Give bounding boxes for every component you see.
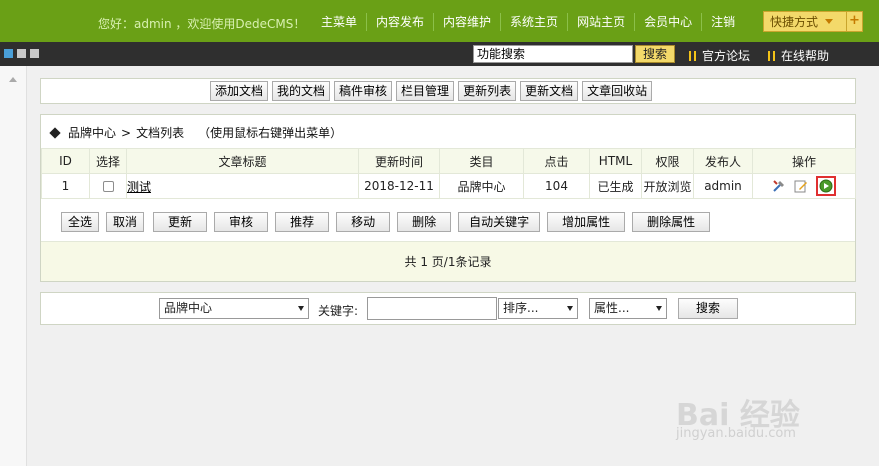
breadcrumb-current: 文档列表	[136, 126, 185, 140]
function-search-button[interactable]: 搜索	[635, 45, 675, 63]
col-id: ID	[41, 148, 90, 174]
row-publisher: admin	[693, 173, 753, 199]
category-select[interactable]: 品牌中心	[159, 298, 309, 319]
context-menu-hint: （使用鼠标右键弹出菜单）	[198, 126, 343, 140]
nav-logout[interactable]: 注销	[701, 13, 744, 31]
row-permission: 开放浏览	[641, 173, 694, 199]
row-title-cell: 测试	[126, 173, 359, 199]
nav-main-menu[interactable]: 主菜单	[312, 13, 366, 31]
row-updated: 2018-12-11	[358, 173, 440, 199]
col-title: 文章标题	[126, 148, 359, 174]
keyword-label: 关键字:	[318, 304, 359, 318]
layout-gray-square-icon-2[interactable]	[30, 49, 39, 58]
document-table: ID 选择 文章标题 更新时间 类目 点击 HTML 权限 发布人 操作 1 测…	[41, 148, 856, 199]
chevron-down-icon	[298, 306, 304, 311]
category-select-value: 品牌中心	[164, 301, 213, 315]
chevron-down-icon	[567, 306, 573, 311]
nav-content-maintain[interactable]: 内容维护	[433, 13, 500, 31]
column-manage-button[interactable]: 栏目管理	[396, 81, 455, 101]
pagination-info: 共 1 页/1条记录	[41, 241, 855, 281]
keyword-input[interactable]	[367, 297, 497, 320]
chevron-down-icon	[656, 306, 662, 311]
col-html: HTML	[589, 148, 642, 174]
col-publisher: 发布人	[693, 148, 753, 174]
left-scrollbar[interactable]	[0, 66, 27, 466]
online-help-link[interactable]: 在线帮助	[768, 47, 829, 64]
table-header-row: ID 选择 文章标题 更新时间 类目 点击 HTML 权限 发布人 操作	[41, 148, 856, 174]
row-clicks: 104	[523, 173, 590, 199]
deselect-button[interactable]: 取消	[106, 212, 145, 232]
edit-icon[interactable]	[794, 179, 808, 193]
row-category[interactable]: 品牌中心	[439, 173, 524, 199]
batch-update-button[interactable]: 更新	[153, 212, 208, 232]
row-select-cell	[89, 173, 127, 199]
col-category: 类目	[439, 148, 524, 174]
table-row: 1 测试 2018-12-11 品牌中心 104 已生成 开放浏览 admin	[41, 173, 856, 199]
document-toolbar: 添加文档 我的文档 稿件审核 栏目管理 更新列表 更新文档 文章回收站	[40, 78, 856, 104]
attribute-select[interactable]: 属性...	[589, 298, 667, 319]
review-manuscript-button[interactable]: 稿件审核	[334, 81, 393, 101]
top-header: 您好：admin ，欢迎使用DedeCMS！ 主菜单 内容发布 内容维护 系统主…	[0, 0, 879, 42]
row-id: 1	[41, 173, 90, 199]
quick-add-button[interactable]: +	[846, 12, 862, 31]
breadcrumb: 品牌中心 > 文档列表 （使用鼠标右键弹出菜单）	[49, 124, 342, 141]
col-updated: 更新时间	[358, 148, 440, 174]
search-panel: 品牌中心 关键字: 排序... 属性... 搜索	[40, 292, 856, 325]
update-list-button[interactable]: 更新列表	[458, 81, 517, 101]
col-permission: 权限	[641, 148, 694, 174]
batch-recommend-button[interactable]: 推荐	[275, 212, 330, 232]
sort-select-value: 排序...	[503, 301, 539, 315]
link-icon	[689, 50, 696, 61]
official-forum-label: 官方论坛	[702, 49, 751, 63]
document-list-panel: 品牌中心 > 文档列表 （使用鼠标右键弹出菜单） ID 选择 文章标题 更新时间…	[40, 114, 856, 282]
quick-menu-label: 快捷方式	[770, 15, 819, 29]
batch-review-button[interactable]: 审核	[214, 212, 269, 232]
batch-actions: 全选 取消 更新 审核 推荐 移动 删除 自动关键字 增加属性 删除属性	[61, 212, 711, 232]
batch-move-button[interactable]: 移动	[336, 212, 391, 232]
chevron-down-icon	[825, 19, 834, 24]
scroll-up-icon[interactable]	[9, 77, 17, 82]
col-actions: 操作	[752, 148, 856, 174]
update-document-button[interactable]: 更新文档	[520, 81, 579, 101]
col-clicks: 点击	[523, 148, 590, 174]
breadcrumb-category[interactable]: 品牌中心	[68, 124, 116, 141]
batch-delete-button[interactable]: 删除	[397, 212, 452, 232]
search-submit-button[interactable]: 搜索	[678, 298, 738, 319]
row-actions-cell	[752, 173, 856, 199]
nav-system-home[interactable]: 系统主页	[500, 13, 567, 31]
preview-icon[interactable]	[819, 179, 833, 193]
link-icon	[768, 50, 775, 61]
attribute-select-value: 属性...	[594, 301, 630, 315]
recycle-bin-button[interactable]: 文章回收站	[582, 81, 653, 101]
sort-select[interactable]: 排序...	[498, 298, 578, 319]
my-documents-button[interactable]: 我的文档	[272, 81, 331, 101]
breadcrumb-separator: >	[121, 125, 132, 140]
select-all-button[interactable]: 全选	[61, 212, 100, 232]
row-html: 已生成	[589, 173, 642, 199]
layout-blue-square-icon[interactable]	[4, 49, 13, 58]
nav-content-publish[interactable]: 内容发布	[366, 13, 433, 31]
diamond-bullet-icon	[49, 126, 61, 139]
quick-menu-button[interactable]: 快捷方式 +	[763, 11, 863, 32]
remove-attribute-button[interactable]: 删除属性	[632, 212, 711, 232]
function-search-input[interactable]: 功能搜索	[473, 45, 633, 63]
top-nav: 主菜单 内容发布 内容维护 系统主页 网站主页 会员中心 注销	[312, 12, 744, 32]
layout-gray-square-icon[interactable]	[17, 49, 26, 58]
official-forum-link[interactable]: 官方论坛	[689, 47, 750, 64]
greeting-text: 您好：admin ，欢迎使用DedeCMS！	[98, 17, 306, 31]
nav-site-home[interactable]: 网站主页	[567, 13, 634, 31]
add-document-button[interactable]: 添加文档	[210, 81, 269, 101]
auto-keyword-button[interactable]: 自动关键字	[458, 212, 541, 232]
nav-member-center[interactable]: 会员中心	[634, 13, 701, 31]
baidu-watermark-url: jingyan.baidu.com	[676, 426, 796, 441]
online-help-label: 在线帮助	[781, 49, 830, 63]
tools-icon[interactable]	[772, 179, 786, 193]
row-select-checkbox[interactable]	[102, 181, 114, 192]
col-select: 选择	[89, 148, 127, 174]
add-attribute-button[interactable]: 增加属性	[547, 212, 626, 232]
preview-highlight-box	[816, 176, 836, 196]
row-title-link[interactable]: 测试	[128, 180, 152, 194]
